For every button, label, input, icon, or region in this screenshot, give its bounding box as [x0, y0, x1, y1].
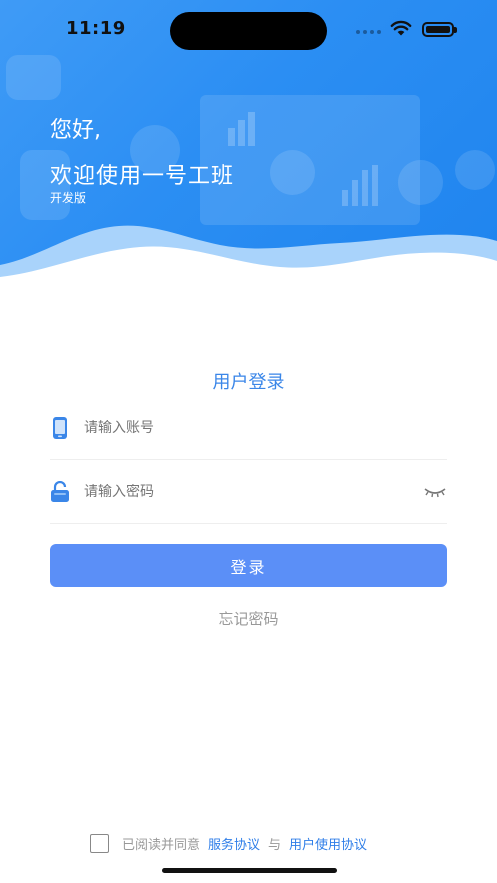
decor-shape [6, 55, 61, 100]
dynamic-island [170, 12, 327, 50]
decor-shape [398, 160, 443, 205]
agreement-conjunction: 与 [268, 838, 282, 853]
account-input[interactable] [84, 419, 447, 436]
signal-dots-icon [356, 30, 381, 34]
greeting-line2: 欢迎使用一号工班 [50, 164, 235, 189]
password-field[interactable] [50, 460, 447, 524]
home-indicator[interactable] [162, 868, 337, 873]
user-agreement-link[interactable]: 用户使用协议 [289, 834, 367, 853]
password-input[interactable] [84, 483, 423, 500]
greeting-line1: 您好, [50, 118, 101, 143]
phone-icon [50, 416, 70, 440]
battery-icon [422, 22, 457, 37]
decor-bar [342, 190, 348, 206]
decor-shape [455, 150, 495, 190]
decor-bar [352, 180, 358, 206]
agreement-row: 已阅读并同意 服务协议 与 用户使用协议 [90, 834, 367, 853]
edition-label: 开发版 [50, 191, 87, 205]
decor-bar [248, 112, 255, 146]
decor-bar [372, 165, 378, 206]
lock-icon [50, 480, 70, 504]
decor-bar [362, 170, 368, 206]
decor-pie [270, 150, 315, 195]
wave-divider [0, 225, 497, 285]
eye-closed-icon[interactable] [423, 485, 447, 499]
agreement-checkbox[interactable] [90, 834, 109, 853]
decor-bar [238, 120, 245, 146]
login-title: 用户登录 [212, 372, 285, 393]
service-agreement-link[interactable]: 服务协议 [208, 834, 260, 853]
agreement-prefix: 已阅读并同意 [122, 838, 201, 853]
decor-bar [228, 128, 235, 146]
forgot-password-link[interactable]: 忘记密码 [0, 608, 497, 629]
account-field[interactable] [50, 396, 447, 460]
status-time: 11:19 [66, 18, 126, 39]
login-button[interactable]: 登录 [50, 544, 447, 587]
wifi-icon [390, 20, 412, 36]
